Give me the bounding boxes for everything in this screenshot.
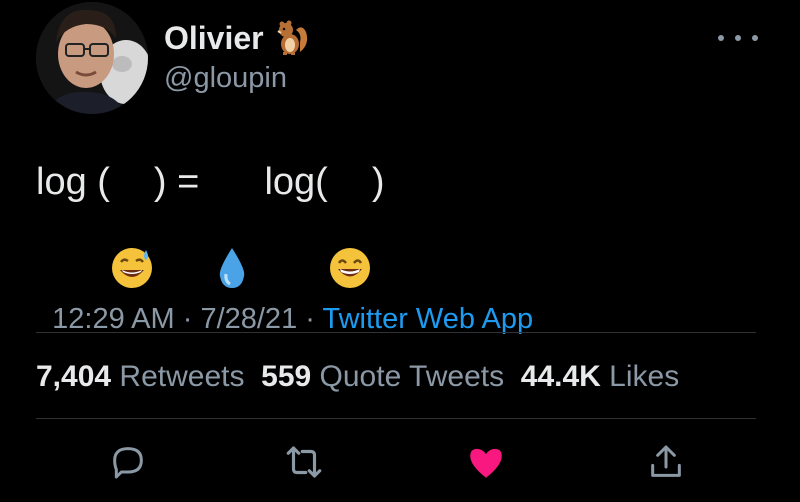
divider xyxy=(36,332,756,333)
quote-tweets-label: Quote Tweets xyxy=(311,360,521,393)
tweet-text-part: ) xyxy=(371,160,385,203)
tweet-date[interactable]: 7/28/21 xyxy=(200,303,297,335)
tweet-stats: 7,404 Retweets 559 Quote Tweets 44.4K Li… xyxy=(36,360,679,394)
tweet-text: log ( ) = log( ) xyxy=(36,160,385,288)
reply-icon xyxy=(113,447,143,479)
quote-tweets-count: 559 xyxy=(261,360,312,393)
reply-button[interactable] xyxy=(106,440,150,484)
droplet-emoji xyxy=(210,160,254,288)
avatar[interactable] xyxy=(36,2,148,114)
retweets-count: 7,404 xyxy=(36,360,112,393)
tweet-text-part: log( xyxy=(253,160,328,203)
retweet-button[interactable] xyxy=(282,440,326,484)
grinning-emoji xyxy=(328,160,372,288)
action-bar xyxy=(0,434,800,494)
meta-separator: · xyxy=(174,303,201,335)
author-display-name[interactable]: Olivier xyxy=(164,20,264,57)
author-handle[interactable]: @gloupin xyxy=(164,62,287,95)
retweets-label: Retweets xyxy=(111,360,262,393)
likes-count: 44.4K xyxy=(520,360,601,393)
chipmunk-icon xyxy=(272,18,312,58)
sweat-smile-emoji xyxy=(110,160,154,288)
more-options-icon[interactable] xyxy=(718,26,758,50)
share-button[interactable] xyxy=(644,440,688,484)
like-icon xyxy=(470,448,502,478)
likes-stat[interactable]: 44.4K Likes xyxy=(521,360,679,394)
tweet-text-part: ) = xyxy=(153,160,210,203)
meta-separator: · xyxy=(297,303,323,335)
retweet-icon xyxy=(286,446,322,478)
tweet-meta: 12:29 AM · 7/28/21 · Twitter Web App xyxy=(36,270,533,336)
retweets-stat[interactable]: 7,404 Retweets xyxy=(36,360,261,394)
tweet-source-link[interactable]: Twitter Web App xyxy=(322,303,533,335)
likes-label: Likes xyxy=(600,360,680,393)
quote-tweets-stat[interactable]: 559 Quote Tweets xyxy=(261,360,521,394)
like-button[interactable] xyxy=(464,440,508,484)
author-name-row[interactable]: Olivier xyxy=(164,18,312,58)
tweet-text-part: log ( xyxy=(36,160,110,203)
share-icon xyxy=(651,445,681,477)
divider xyxy=(36,418,756,419)
tweet-time[interactable]: 12:29 AM xyxy=(52,303,175,335)
